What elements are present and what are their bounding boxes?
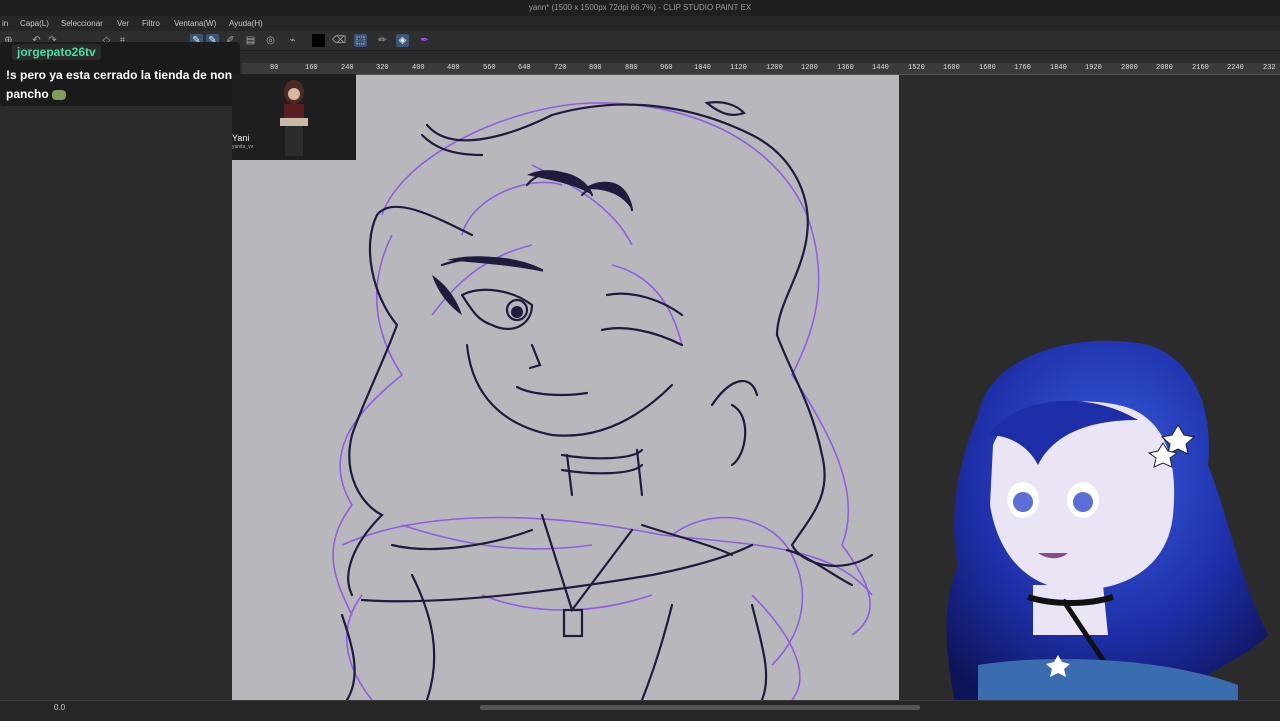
chat-username: jorgepato26tv [12,44,101,60]
ruler-tick: 1520 [908,64,925,72]
vtuber-avatar-image [946,340,1268,720]
reference-image-panel[interactable]: Yani yanita_vv [232,74,356,160]
menu-item-ver[interactable]: Ver [117,19,129,28]
ruler-tick: 1920 [1085,64,1102,72]
ruler-tick: 960 [660,64,673,72]
ruler-tick: 2080 [1156,64,1173,72]
stream-chat-overlay: jorgepato26tv !s pero ya esta cerrado la… [0,42,240,106]
ruler-tick: 720 [554,64,567,72]
ruler-tick: 800 [589,64,602,72]
window-title: yann* (1500 x 1500px 72dpi 66.7%) - CLIP… [0,0,1280,16]
transform-icon[interactable]: ⬚ [354,34,367,47]
ruler-tick: 400 [412,64,425,72]
horizontal-scrollbar[interactable] [480,705,920,710]
ruler-tick: 2000 [1121,64,1138,72]
menu-item-filtro[interactable]: Filtro [142,19,160,28]
ruler-tick: 1280 [801,64,818,72]
ruler-tick: 1200 [766,64,783,72]
status-bar: 0.0 [0,700,1280,721]
ruler-tick: 80 [270,64,279,72]
selection-icon[interactable]: ◈ [396,34,409,47]
layer-icon[interactable]: ▤ [244,34,257,47]
sketch-drawing [332,101,874,700]
ruler-tick: 880 [625,64,638,72]
lasso-icon[interactable]: ◎ [264,34,277,47]
ruler-tick: 2240 [1227,64,1244,72]
purple-pen-icon[interactable]: ✒ [418,34,431,47]
menu-item-capa[interactable]: Capa(L) [20,19,49,28]
ruler-tick: 1760 [1014,64,1031,72]
ruler-tick: 2160 [1192,64,1209,72]
menu-item-ayuda[interactable]: Ayuda(H) [229,19,263,28]
ruler-tick: 1360 [837,64,854,72]
ruler-tick: 160 [305,64,318,72]
frog-emote-icon [51,89,66,100]
ruler-tick: 480 [447,64,460,72]
chat-message: !s pero ya esta cerrado la tienda de non… [6,66,238,104]
eraser-icon[interactable]: ⌫ [332,34,346,47]
menu-item-ventana[interactable]: Ventana(W) [174,19,216,28]
marker-icon[interactable]: ✏ [376,34,389,47]
reference-name: Yani [232,133,250,143]
ruler-tick: 1040 [694,64,711,72]
menu-bar: in Capa(L) Seleccionar Ver Filtro Ventan… [0,16,1280,31]
eyedropper-icon[interactable]: ⌁ [286,34,299,47]
ruler-tick: 640 [518,64,531,72]
ruler-tick: 560 [483,64,496,72]
menu-item-seleccionar[interactable]: Seleccionar [61,19,103,28]
reference-subtitle: yanita_vv [232,144,254,150]
ruler-tick: 1600 [943,64,960,72]
ruler-tick: 1120 [730,64,747,72]
ruler-tick: 240 [341,64,354,72]
ruler-tick: 1440 [872,64,889,72]
zoom-value[interactable]: 0.0 [54,703,65,712]
ruler-tick: 1840 [1050,64,1067,72]
menu-item-in[interactable]: in [2,19,8,28]
ruler-tick: 232 [1263,64,1276,72]
ruler-tick: 1680 [979,64,996,72]
horizontal-ruler: 80 160 240 320 400 480 560 640 720 800 8… [242,63,1280,75]
chat-message-text: !s pero ya esta cerrado la tienda de non… [6,68,233,101]
color-swatch-icon[interactable] [312,34,325,47]
drawing-canvas[interactable] [232,75,899,700]
ruler-tick: 320 [376,64,389,72]
